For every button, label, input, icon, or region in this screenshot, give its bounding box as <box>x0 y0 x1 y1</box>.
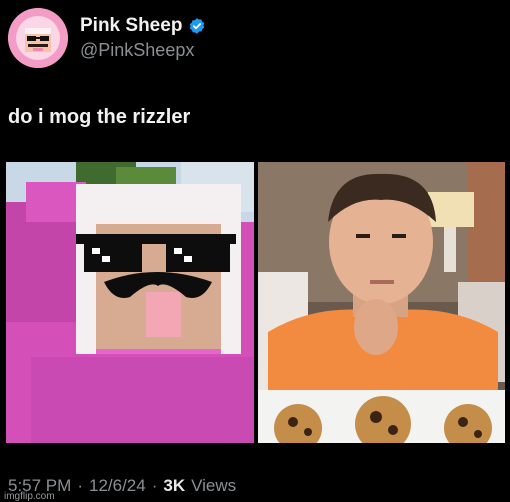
boy-with-cookies-photo[interactable] <box>258 162 505 443</box>
post-text: do i mog the rizzler <box>8 106 191 128</box>
views-count: 3K <box>163 476 186 495</box>
views-label: Views <box>191 476 237 495</box>
watermark: imgflip.com <box>4 491 55 502</box>
post-header: Pink Sheep @PinkSheepx <box>8 8 206 68</box>
pink-sheep-minecraft-image[interactable] <box>6 162 254 443</box>
verified-badge-icon <box>190 18 205 34</box>
avatar[interactable] <box>8 8 68 68</box>
pink-sheep-avatar-icon <box>8 8 68 68</box>
post-date[interactable]: 12/6/24 <box>89 476 146 496</box>
author-handle[interactable]: @PinkSheepx <box>80 40 206 61</box>
author-display-name[interactable]: Pink Sheep <box>80 15 182 37</box>
separator: · <box>151 476 158 495</box>
separator: · <box>77 476 83 495</box>
post-media[interactable] <box>6 162 505 443</box>
